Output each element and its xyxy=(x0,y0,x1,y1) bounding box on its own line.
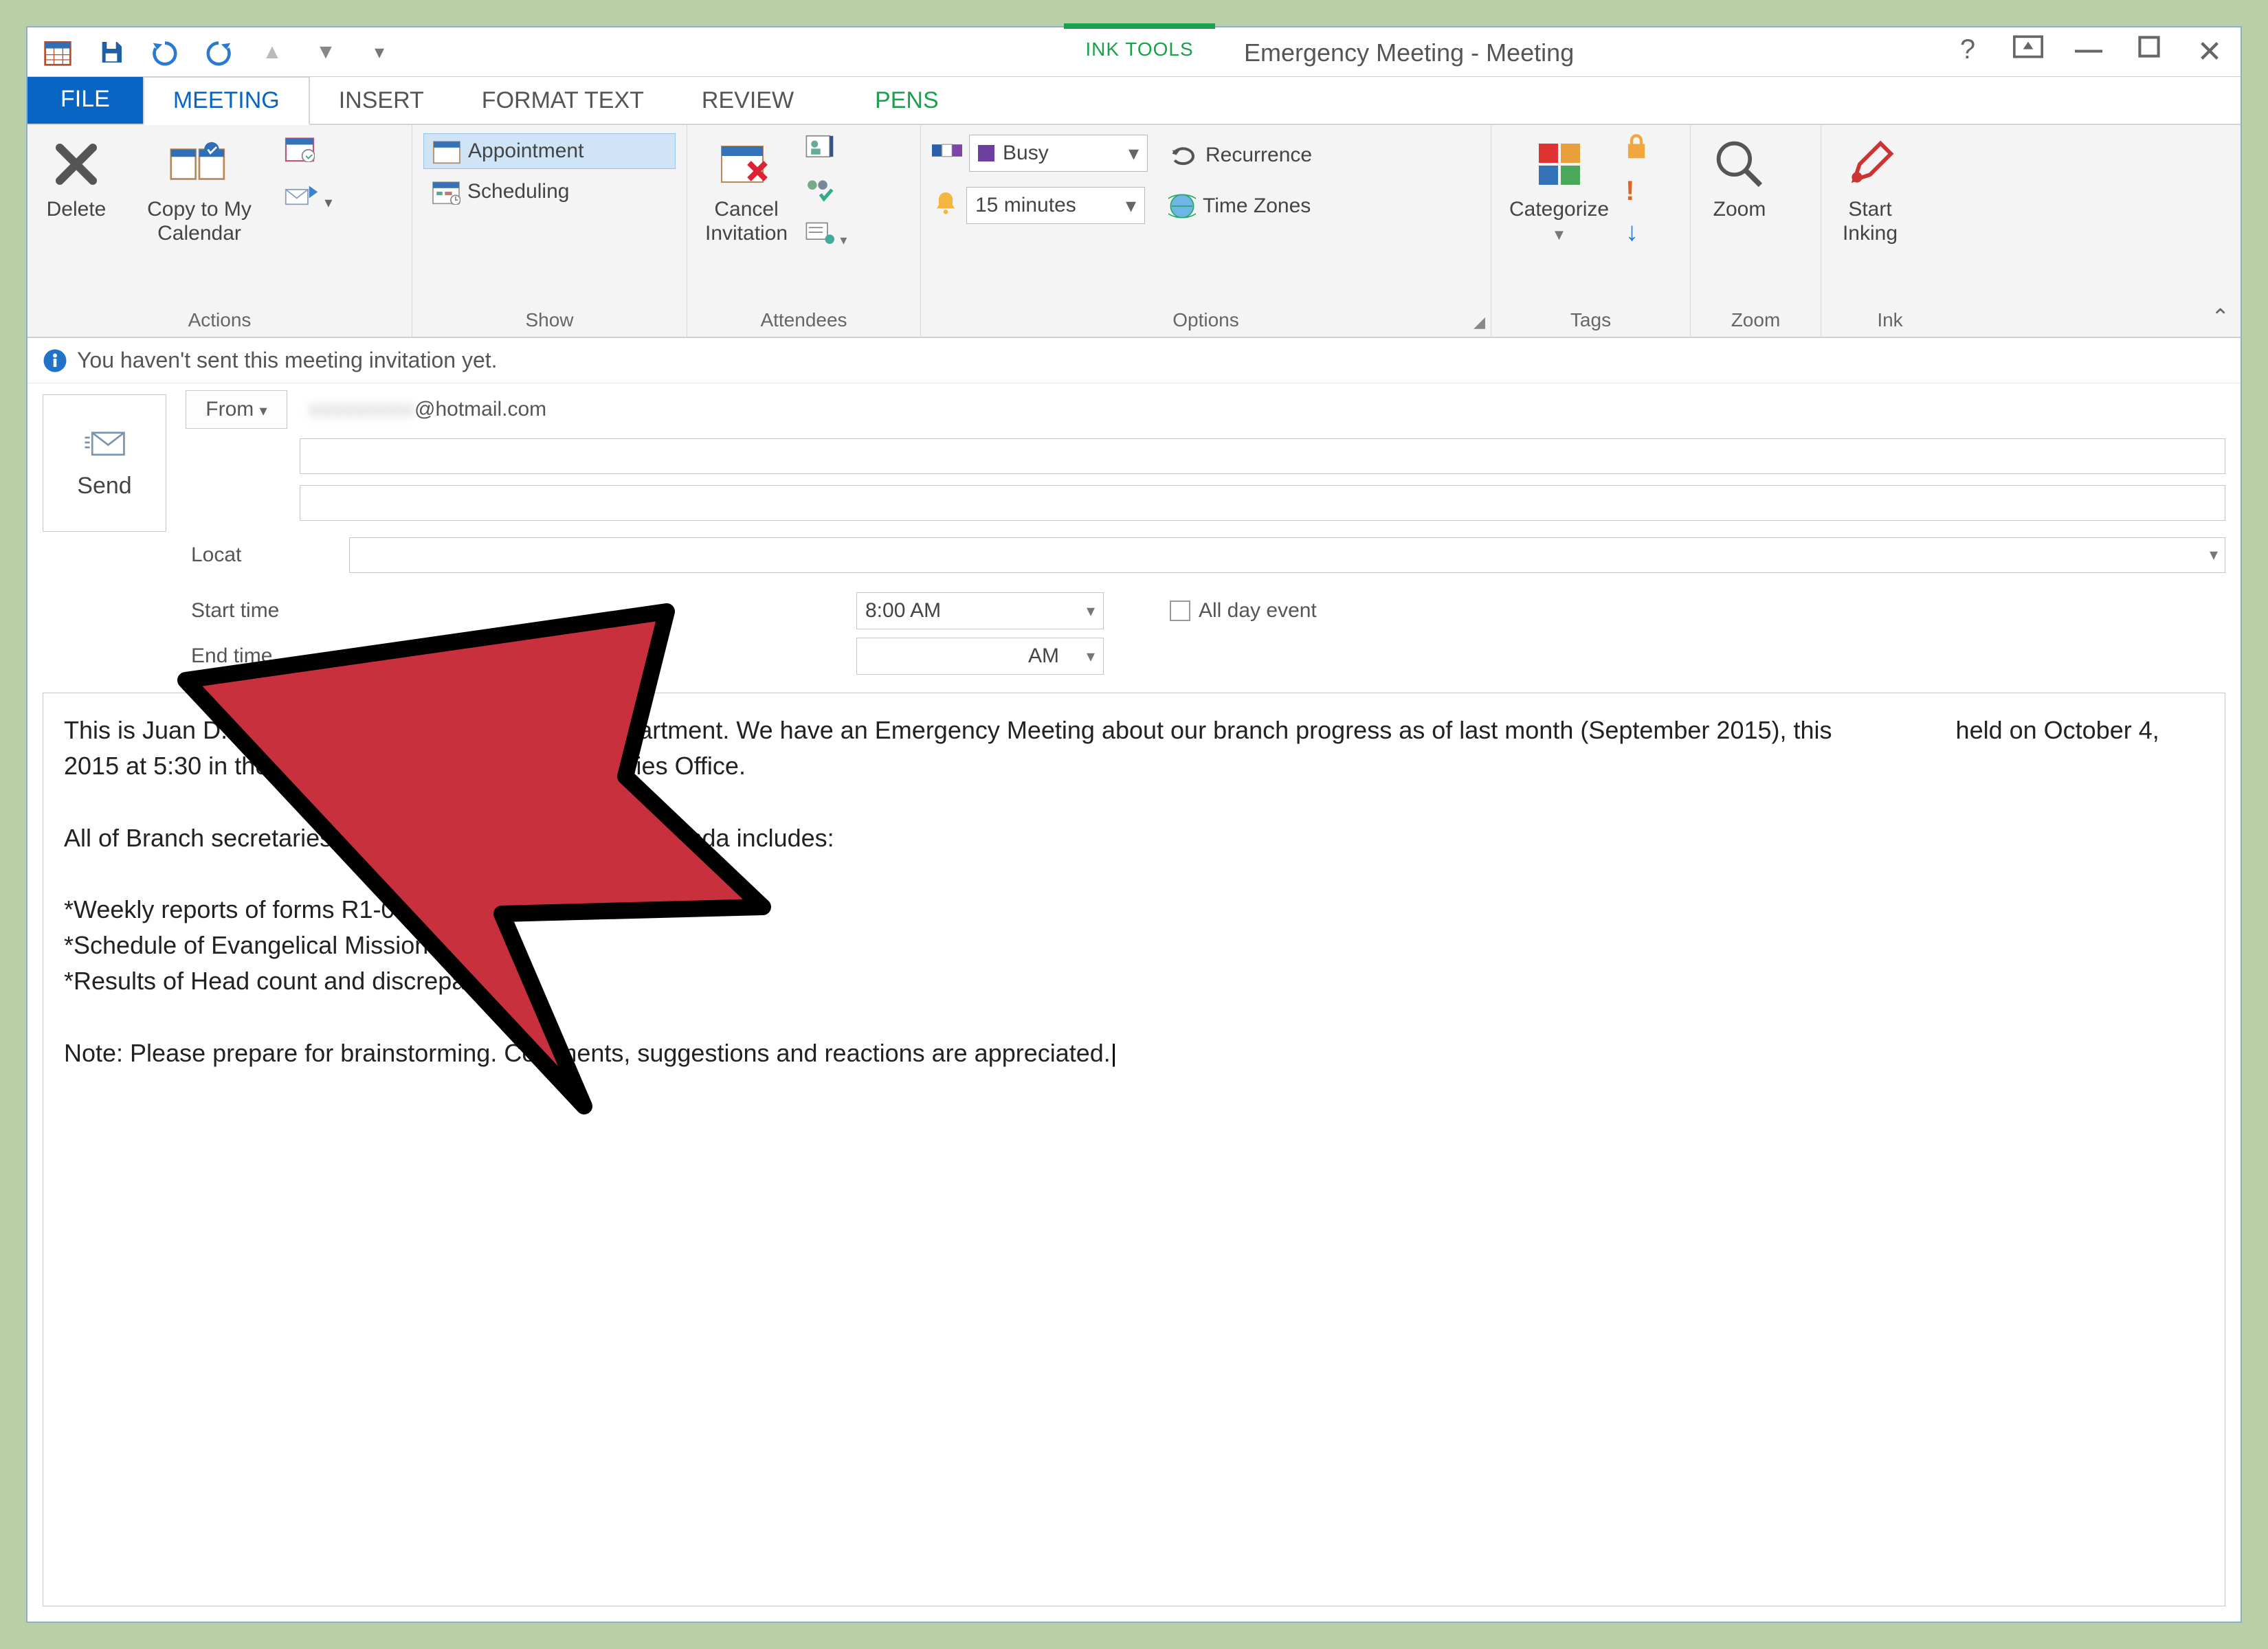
maximize-button[interactable] xyxy=(2132,34,2166,69)
subject-field[interactable] xyxy=(300,485,2225,521)
quick-access-toolbar: ▲ ▼ ▾ xyxy=(27,27,410,76)
ribbon-tabs: FILE MEETING INSERT FORMAT TEXT REVIEW P… xyxy=(27,77,2241,125)
categorize-button[interactable]: Categorize▼ xyxy=(1502,131,1616,249)
pen-icon xyxy=(1841,135,1900,194)
copy-to-calendar-button[interactable]: Copy to My Calendar xyxy=(124,131,275,249)
ink-tools-contextual-tab: INK TOOLS xyxy=(1064,23,1215,69)
ribbon-group-options: Busy ▾ 15 minutes ▾ xyxy=(921,125,1491,337)
window-title: Emergency Meeting - Meeting xyxy=(1244,38,1574,67)
calendar-icon[interactable] xyxy=(41,36,74,69)
low-importance-icon[interactable]: ↓ xyxy=(1625,218,1647,247)
info-icon xyxy=(43,348,67,373)
to-field[interactable] xyxy=(300,438,2225,474)
forward-icon[interactable]: ▾ xyxy=(285,181,332,213)
tab-pens[interactable]: PENS xyxy=(846,78,968,124)
appointment-icon xyxy=(432,138,461,164)
check-names-icon[interactable] xyxy=(804,177,847,207)
ribbon-display-icon[interactable] xyxy=(2011,34,2045,69)
delete-icon xyxy=(47,135,106,194)
close-button[interactable]: ✕ xyxy=(2192,34,2227,69)
location-field[interactable]: ▾ xyxy=(349,537,2225,573)
qat-customize-icon[interactable]: ▾ xyxy=(363,36,396,69)
down-arrow-icon[interactable]: ▼ xyxy=(309,36,342,69)
magnifier-icon xyxy=(1710,135,1769,194)
calendar-copy-icon xyxy=(170,135,229,194)
ribbon-group-zoom: Zoom Zoom xyxy=(1691,125,1821,337)
ribbon-group-show: Appointment Scheduling Show xyxy=(412,125,687,337)
tab-meeting[interactable]: MEETING xyxy=(143,76,310,125)
appointment-button[interactable]: Appointment xyxy=(423,133,676,169)
tab-review[interactable]: REVIEW xyxy=(673,78,823,124)
recurrence-icon xyxy=(1168,142,1199,169)
chevron-down-icon: ▾ xyxy=(2210,545,2218,565)
info-bar: You haven't sent this meeting invitation… xyxy=(27,338,2241,383)
start-inking-button[interactable]: Start Inking xyxy=(1832,131,1908,249)
tab-insert[interactable]: INSERT xyxy=(310,78,453,124)
high-importance-icon[interactable]: ! xyxy=(1625,176,1647,207)
redo-icon[interactable] xyxy=(202,36,235,69)
cancel-invitation-button[interactable]: Cancel Invitation xyxy=(698,131,794,249)
from-address: @hotmail.com xyxy=(414,398,546,421)
categorize-icon xyxy=(1530,135,1589,194)
response-options-icon[interactable]: ▾ xyxy=(804,220,847,250)
zoom-button[interactable]: Zoom xyxy=(1702,131,1777,226)
cancel-invitation-icon xyxy=(717,135,776,194)
ribbon-group-actions: Delete Copy to My Calendar ▾ Actions xyxy=(27,125,412,337)
start-time-select[interactable]: 8:00 AM▾ xyxy=(856,592,1104,629)
tab-file[interactable]: FILE xyxy=(27,75,143,124)
recurrence-button[interactable]: Recurrence xyxy=(1160,137,1320,173)
from-button[interactable]: From ▾ xyxy=(186,390,287,429)
collapse-ribbon-icon[interactable]: ⌃ xyxy=(2211,304,2230,330)
scheduling-icon xyxy=(432,179,460,205)
time-zones-button[interactable]: Time Zones xyxy=(1160,188,1320,224)
ink-tools-label: INK TOOLS xyxy=(1064,30,1215,69)
busy-color-swatch xyxy=(978,145,994,161)
location-label: Locat xyxy=(186,543,337,567)
title-bar: ▲ ▼ ▾ INK TOOLS Emergency Meeting - Meet… xyxy=(27,27,2241,77)
reminder-bell-icon xyxy=(932,189,959,222)
private-lock-icon[interactable] xyxy=(1625,133,1647,165)
scheduling-button[interactable]: Scheduling xyxy=(423,175,676,209)
reminder-select[interactable]: 15 minutes ▾ xyxy=(966,187,1145,224)
globe-icon xyxy=(1168,192,1196,220)
message-body[interactable]: This is Juan D. Smith Local Se f KHM Dep… xyxy=(43,693,2225,1606)
ribbon-group-ink: Start Inking Ink xyxy=(1821,125,1959,337)
send-envelope-icon xyxy=(82,427,126,464)
app-window: ▲ ▼ ▾ INK TOOLS Emergency Meeting - Meet… xyxy=(26,26,2242,1623)
dialog-launcher-icon[interactable]: ◢ xyxy=(1474,313,1485,331)
all-day-checkbox[interactable]: All day event xyxy=(1170,599,1317,622)
end-time-select[interactable]: AM▾ xyxy=(856,638,1104,675)
send-button[interactable]: Send xyxy=(43,394,166,532)
delete-button[interactable]: Delete xyxy=(38,131,114,226)
tab-format-text[interactable]: FORMAT TEXT xyxy=(453,78,673,124)
show-as-icon xyxy=(932,139,962,167)
save-icon[interactable] xyxy=(95,36,128,69)
ribbon-group-attendees: Cancel Invitation ▾ Attendees xyxy=(687,125,921,337)
address-book-icon[interactable] xyxy=(804,133,847,165)
show-as-select[interactable]: Busy ▾ xyxy=(969,135,1148,172)
window-controls: ? — ✕ xyxy=(1950,34,2227,69)
ribbon: Delete Copy to My Calendar ▾ Actions xyxy=(27,125,2241,338)
start-time-label: Start time xyxy=(186,599,337,622)
end-time-label: End time xyxy=(186,644,337,668)
chevron-down-icon: ▾ xyxy=(1129,142,1139,166)
up-arrow-icon[interactable]: ▲ xyxy=(256,36,289,69)
minimize-button[interactable]: — xyxy=(2071,34,2106,69)
calendar-small-icon[interactable] xyxy=(285,135,332,168)
help-icon[interactable]: ? xyxy=(1950,34,1985,69)
chevron-down-icon: ▾ xyxy=(1126,194,1136,218)
compose-header: Send From ▾ xxxxxxxxx @hotmail.com To x … xyxy=(27,383,2241,675)
undo-icon[interactable] xyxy=(148,36,181,69)
ribbon-group-tags: Categorize▼ ! ↓ Tags xyxy=(1491,125,1691,337)
